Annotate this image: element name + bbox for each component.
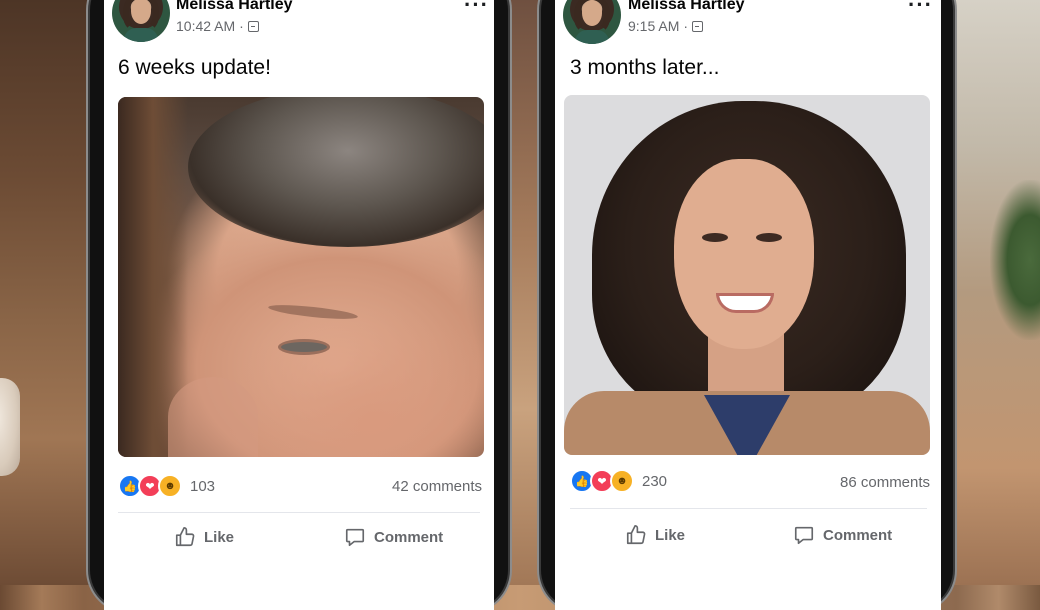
comment-label: Comment (823, 526, 893, 544)
post-meta: 10:42 AM · (176, 18, 259, 34)
post-card: Melissa Hartley 10:42 AM · ··· 6 weeks u… (104, 0, 494, 610)
phone-left: Melissa Hartley 10:42 AM · ··· 6 weeks u… (90, 0, 508, 610)
phone-right: Melissa Hartley 9:15 AM · ··· 3 months l… (541, 0, 953, 610)
wow-icon: ☻ (610, 469, 634, 493)
comments-count[interactable]: 42 comments (392, 478, 482, 495)
divider (570, 508, 927, 509)
meta-separator: · (683, 18, 689, 34)
wow-icon: ☻ (158, 474, 182, 498)
more-options-icon[interactable]: ··· (464, 0, 489, 16)
post-caption: 3 months later... (570, 56, 720, 79)
reaction-count: 103 (190, 477, 216, 495)
reactions-summary[interactable]: 👍 ❤ ☻ 230 (570, 469, 667, 493)
post-card: Melissa Hartley 9:15 AM · ··· 3 months l… (555, 0, 941, 610)
post-photo[interactable] (564, 95, 930, 455)
post-time[interactable]: 9:15 AM (628, 18, 679, 34)
comment-icon (345, 528, 365, 547)
post-caption: 6 weeks update! (118, 56, 271, 79)
background-left (0, 0, 92, 585)
like-label: Like (655, 526, 686, 544)
post-time[interactable]: 10:42 AM (176, 18, 235, 34)
like-label: Like (204, 528, 235, 546)
comment-label: Comment (374, 528, 444, 546)
phone-screen: Melissa Hartley 9:15 AM · ··· 3 months l… (555, 0, 941, 610)
author-name[interactable]: Melissa Hartley (628, 0, 745, 14)
post-photo[interactable] (118, 97, 484, 457)
post-meta: 9:15 AM · (628, 18, 704, 34)
like-button[interactable]: Like (174, 526, 234, 548)
comments-count[interactable]: 86 comments (840, 474, 930, 491)
background-plant (990, 180, 1040, 340)
author-avatar[interactable] (563, 0, 621, 44)
like-button[interactable]: Like (625, 524, 685, 546)
author-name[interactable]: Melissa Hartley (176, 0, 293, 14)
reaction-count: 230 (642, 472, 668, 490)
phone-screen: Melissa Hartley 10:42 AM · ··· 6 weeks u… (104, 0, 494, 610)
thumbs-up-icon (626, 525, 646, 545)
audience-icon[interactable] (692, 20, 704, 32)
author-avatar[interactable] (112, 0, 170, 42)
thumbs-up-icon (175, 527, 195, 547)
meta-separator: · (239, 18, 244, 34)
comment-button[interactable]: Comment (793, 524, 892, 546)
background-cup (0, 378, 20, 476)
audience-icon[interactable] (247, 20, 259, 32)
comment-icon (794, 526, 814, 545)
more-options-icon[interactable]: ··· (908, 0, 933, 16)
reactions-summary[interactable]: 👍 ❤ ☻ 103 (118, 474, 215, 498)
comment-button[interactable]: Comment (344, 526, 443, 548)
divider (118, 512, 480, 513)
